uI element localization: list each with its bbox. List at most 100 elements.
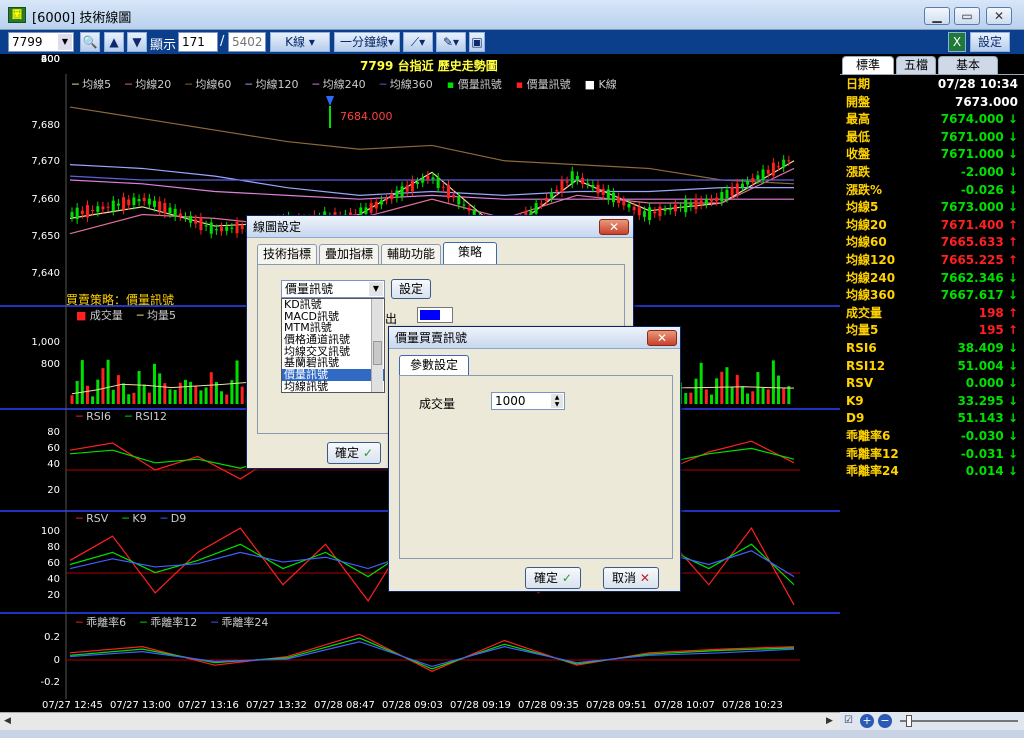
volume-bar — [746, 393, 750, 404]
toolbar: 7799 ▼ 🔍 ▲ ▼ 顯示 171 / 5402 K線 ▾ 一分鐘線▾ ⟋▾… — [0, 30, 1024, 54]
chart-settings-close-icon[interactable]: ✕ — [599, 219, 629, 235]
strategy-settings-button[interactable]: 設定 — [391, 279, 431, 299]
tab-five-levels[interactable]: 五檔 — [896, 56, 936, 74]
volume-bar — [183, 379, 187, 404]
scroll-right-icon[interactable]: ▶ — [826, 716, 833, 726]
tab-parameters[interactable]: 參數設定 — [399, 355, 469, 375]
quote-value: 7671.000 ↓ — [940, 147, 1018, 162]
candle-body — [771, 162, 775, 176]
volume-signal-title: 價量買賣訊號 — [389, 327, 680, 349]
volume-signal-dialog: 價量買賣訊號 ✕ 參數設定 成交量 1000 ▲ ▼ 確定 ✓ 取消 ✕ — [388, 326, 681, 592]
volume-field-input[interactable]: 1000 ▲ ▼ — [491, 392, 565, 410]
volume-bar — [730, 387, 734, 404]
zoom-out-icon[interactable]: − — [878, 714, 892, 728]
display-label: 顯示 — [150, 38, 177, 53]
tab-basic[interactable]: 基本 — [938, 56, 998, 74]
strategy-list[interactable]: KD訊號 MACD訊號 MTM訊號 價格通道訊號 均線交叉訊號 基蘭碧訊號 價量訊號 均線訊號 — [281, 298, 385, 393]
candle-body — [127, 199, 131, 206]
tab-auxiliary[interactable]: 輔助功能 — [381, 244, 441, 264]
tab-overlay-indicators[interactable]: 疊加指標 — [319, 244, 379, 264]
color-swatch — [420, 310, 440, 320]
draw-line-icon[interactable]: ⟋▾ — [403, 32, 433, 52]
candle-body — [617, 197, 621, 203]
tab-technical-indicators[interactable]: 技術指標 — [257, 244, 317, 264]
volume-bar — [80, 360, 84, 404]
quote-label: 均線20 — [846, 217, 887, 232]
quote-value: 198 ↑ — [978, 305, 1018, 320]
candle-body — [194, 219, 198, 224]
quote-label: RSV — [846, 376, 874, 391]
checkbox-icon[interactable]: ☑ — [844, 715, 853, 726]
display-count-input[interactable]: 171 — [178, 32, 218, 52]
quote-label: 日期 — [846, 77, 871, 91]
zoom-slider-track[interactable] — [900, 720, 1018, 722]
quote-value: 7671.000 ↓ — [940, 129, 1018, 144]
volume-bar — [168, 389, 172, 404]
volume-bar — [111, 389, 115, 404]
close-button[interactable]: ✕ — [986, 7, 1012, 25]
scroll-left-icon[interactable]: ◀ — [4, 716, 11, 726]
quote-panel: 標準 五檔 基本 日期 07/28 10:34 開盤 7673.000 最高 7674.0… — [840, 54, 1024, 712]
zoom-slider-handle[interactable] — [906, 715, 912, 727]
volume-signal-cancel-button[interactable]: 取消 ✕ — [603, 567, 659, 589]
period-dropdown[interactable]: 一分鐘線▾ — [334, 32, 400, 52]
chart-settings-ok-button[interactable]: 確定 ✓ — [327, 442, 381, 464]
strategy-select[interactable]: 價量訊號 ▼ — [281, 280, 385, 298]
candle-body — [163, 202, 167, 214]
color-picker[interactable] — [417, 307, 453, 323]
quote-value: 51.143 ↓ — [957, 411, 1018, 426]
minimize-button[interactable]: ▁ — [924, 7, 950, 25]
quote-row: 日期 07/28 10:34 — [846, 76, 1018, 94]
quote-value: -0.026 ↓ — [960, 182, 1018, 197]
quote-row: 均線60 7665.633 ↑ — [846, 234, 1018, 252]
search-icon[interactable]: 🔍 — [80, 32, 100, 52]
list-scroll-thumb[interactable] — [373, 341, 382, 365]
volume-signal-close-icon[interactable]: ✕ — [647, 330, 677, 346]
volume-bar — [694, 378, 698, 404]
candle-body — [446, 184, 450, 199]
kline-dropdown[interactable]: K線 ▾ — [270, 32, 330, 52]
excel-icon[interactable]: X — [948, 32, 966, 52]
candle-body — [715, 197, 719, 202]
chevron-down-icon[interactable]: ▼ — [369, 282, 383, 296]
chevron-down-icon[interactable]: ▼ — [58, 34, 72, 50]
spinner-icon[interactable]: ▲ ▼ — [551, 394, 563, 408]
list-scrollbar[interactable] — [371, 299, 383, 392]
quote-row: 漲跌 -2.000 ↓ — [846, 164, 1018, 182]
strategy-list-item[interactable]: 價格通道訊號 — [282, 334, 384, 346]
up-arrow-icon[interactable]: ▲ — [104, 32, 124, 52]
volume-bar — [116, 375, 120, 404]
quote-row: 均線360 7667.617 ↓ — [846, 287, 1018, 305]
candle-body — [75, 207, 79, 220]
down-arrow-icon[interactable]: ▼ — [127, 32, 147, 52]
eraser-icon[interactable]: ✎▾ — [436, 32, 466, 52]
symbol-combobox[interactable]: 7799 ▼ — [8, 32, 74, 52]
candle-body — [183, 216, 187, 218]
save-icon[interactable]: ▣ — [469, 32, 485, 52]
tab-standard[interactable]: 標準 — [842, 56, 894, 74]
settings-button[interactable]: 設定 — [970, 32, 1010, 52]
quote-value: -0.031 ↓ — [960, 446, 1018, 461]
strategy-list-item[interactable]: KD訊號 — [282, 299, 384, 311]
candle-body — [699, 200, 703, 205]
volume-bar — [699, 362, 703, 404]
volume-signal-ok-button[interactable]: 確定 ✓ — [525, 567, 581, 589]
volume-field-value: 1000 — [495, 394, 526, 408]
volume-bar — [756, 372, 760, 404]
status-bar — [0, 730, 1024, 738]
quote-label: 均線120 — [846, 253, 896, 267]
period-label: 一分鐘線 — [339, 35, 388, 49]
quote-row: 最高 7674.000 ↓ — [846, 111, 1018, 129]
quote-row: 均量5 195 ↑ — [846, 322, 1018, 340]
tab-strategy[interactable]: 策略 — [443, 242, 497, 264]
quote-row: 均線240 7662.346 ↓ — [846, 270, 1018, 288]
quote-row: 漲跌% -0.026 ↓ — [846, 182, 1018, 200]
horizontal-scrollbar[interactable]: ◀ ▶ — [0, 712, 840, 730]
maximize-button[interactable]: ▭ — [954, 7, 980, 25]
zoom-in-icon[interactable]: + — [860, 714, 874, 728]
candle-body — [668, 208, 672, 211]
signal-arrow-marker — [326, 96, 334, 106]
quote-value: 0.014 ↓ — [965, 464, 1018, 479]
strategy-list-item[interactable]: 均線訊號 — [282, 381, 384, 392]
quote-value: -0.030 ↓ — [960, 429, 1018, 443]
